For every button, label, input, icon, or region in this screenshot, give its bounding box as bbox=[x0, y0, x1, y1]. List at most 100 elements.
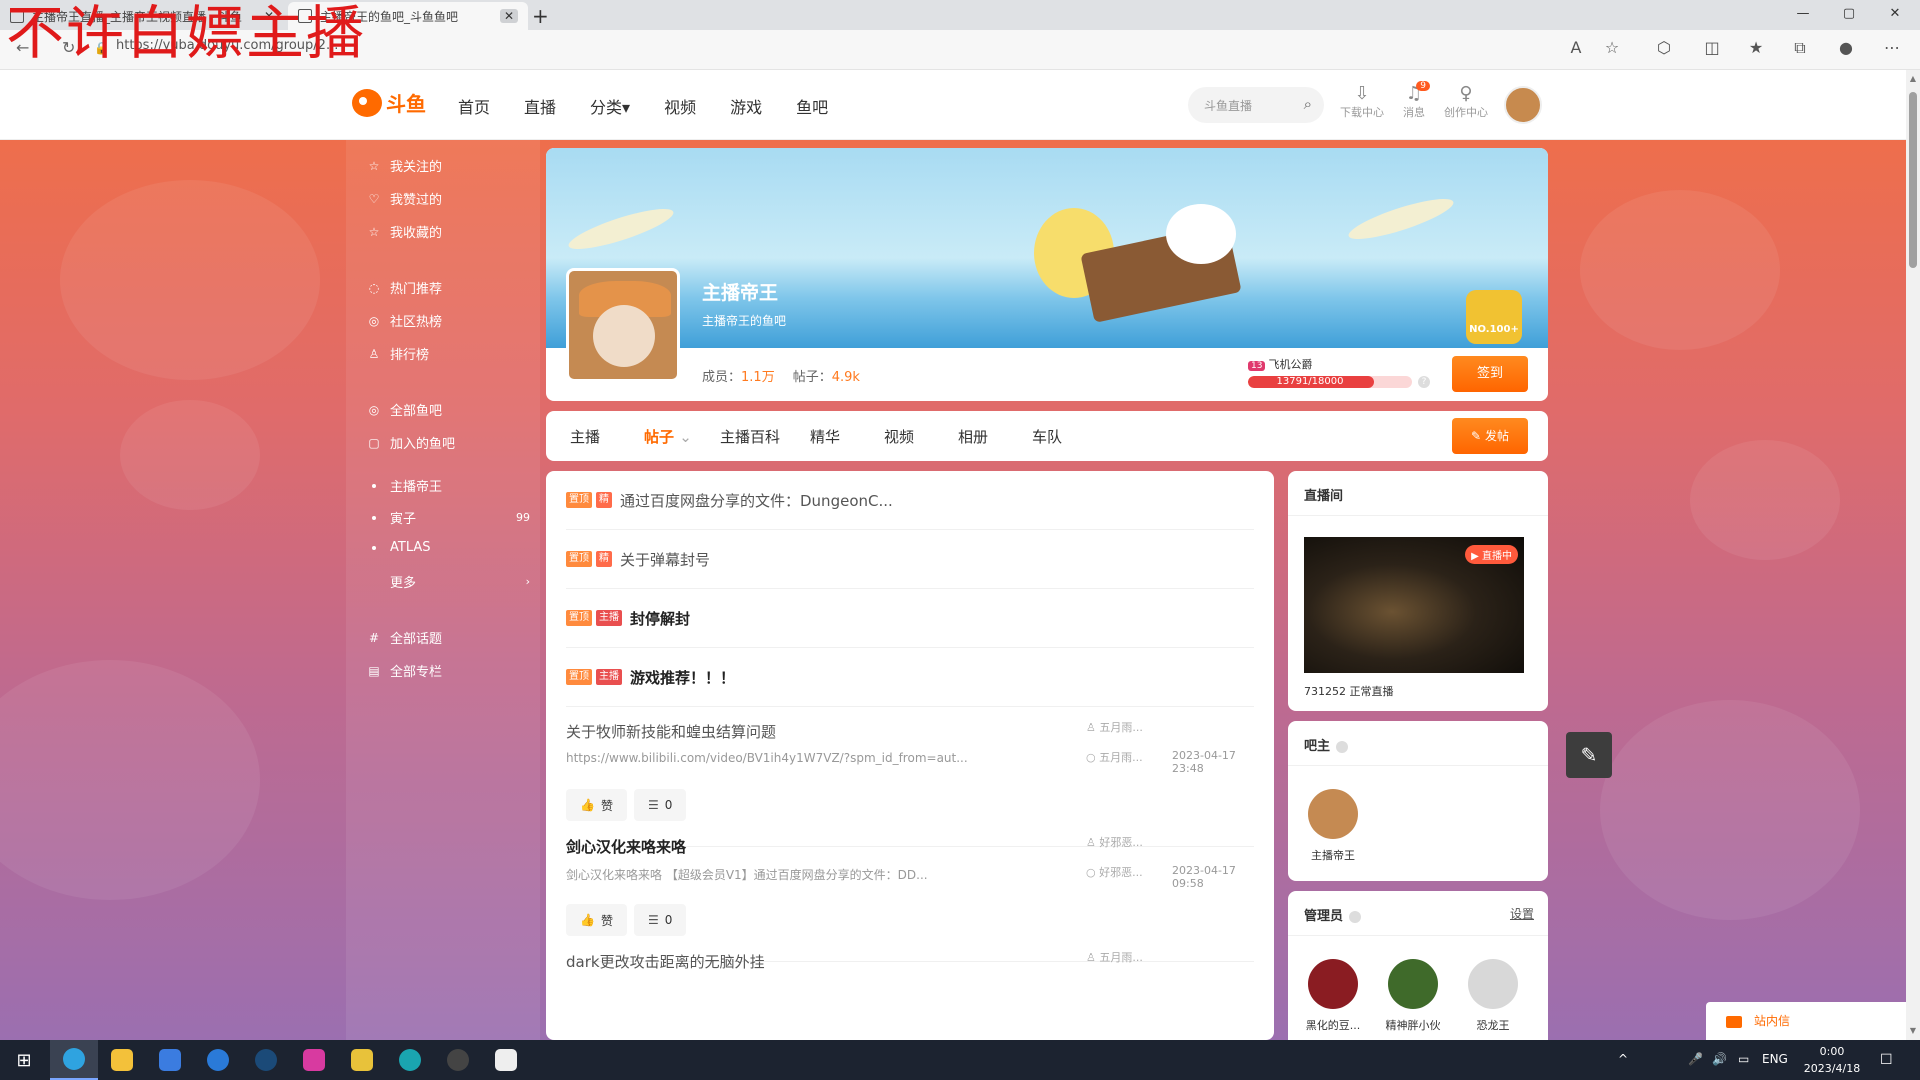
like-button[interactable]: 👍 赞 bbox=[566, 904, 627, 936]
post-title[interactable]: 通过百度网盘分享的文件：DungeonC... bbox=[620, 490, 893, 511]
messages-button[interactable]: ♫ 9 消息 bbox=[1388, 81, 1440, 120]
tray-expand-icon[interactable]: ^ bbox=[1618, 1052, 1628, 1066]
post-author[interactable]: ♙ 五月雨... bbox=[1086, 719, 1143, 735]
tab-album[interactable]: 相册 bbox=[958, 426, 988, 447]
new-post-button[interactable]: ✎ 发帖 bbox=[1452, 418, 1528, 454]
scroll-down-icon[interactable]: ▼ bbox=[1906, 1026, 1920, 1035]
search-input[interactable]: 斗鱼直播 ⌕ bbox=[1188, 87, 1324, 123]
sidebar-item-joined-group[interactable]: 寅子 99 bbox=[366, 508, 530, 527]
tab-wiki[interactable]: 主播百科 bbox=[720, 426, 780, 447]
floating-edit-button[interactable]: ✎ bbox=[1566, 732, 1612, 778]
tab-streamer[interactable]: 主播 bbox=[570, 426, 600, 447]
user-avatar[interactable] bbox=[1504, 86, 1542, 124]
start-button[interactable]: ⊞ bbox=[0, 1040, 48, 1080]
help-icon[interactable] bbox=[1349, 910, 1362, 923]
sidebar-item-liked[interactable]: ♡ 我赞过的 bbox=[366, 189, 530, 209]
sidebar-item-all-topics[interactable]: # 全部话题 bbox=[366, 628, 530, 648]
post-title[interactable]: dark更改攻击距离的无脑外挂 bbox=[566, 951, 765, 972]
admin-name[interactable]: 精神胖小伙 bbox=[1377, 1017, 1449, 1033]
sidebar-item-following[interactable]: ☆ 我关注的 bbox=[366, 156, 530, 176]
post-author[interactable]: ♙ 好邪恶... bbox=[1086, 834, 1143, 850]
sidebar-item-all-columns[interactable]: ▤ 全部专栏 bbox=[366, 661, 530, 681]
taskbar-steam[interactable] bbox=[242, 1040, 290, 1080]
favorite-star-icon[interactable]: ☆ bbox=[1600, 38, 1624, 57]
page-scrollbar[interactable]: ▲ ▼ bbox=[1906, 70, 1920, 1040]
extensions-icon[interactable]: ⬡ bbox=[1652, 38, 1676, 57]
post-title[interactable]: 关于弹幕封号 bbox=[620, 549, 710, 570]
sidebar-item-more[interactable]: 更多 › bbox=[366, 572, 530, 591]
sidebar-item-ranking[interactable]: ♙ 排行榜 bbox=[366, 344, 530, 364]
last-replier[interactable]: ○ 好邪恶... bbox=[1086, 864, 1143, 880]
volume-icon[interactable]: 🔊 bbox=[1712, 1052, 1727, 1066]
post-title[interactable]: 关于牧师新技能和蝗虫结算问题 bbox=[566, 721, 776, 742]
admin-avatar[interactable] bbox=[1468, 959, 1518, 1009]
help-icon[interactable]: ? bbox=[1418, 376, 1430, 388]
like-button[interactable]: 👍 赞 bbox=[566, 789, 627, 821]
microphone-icon[interactable]: 🎤 bbox=[1688, 1052, 1703, 1066]
taskbar-app-k[interactable] bbox=[194, 1040, 242, 1080]
post-excerpt[interactable]: 剑心汉化来咯来咯 【超级会员V1】通过百度网盘分享的文件：DD... bbox=[566, 866, 986, 883]
pinned-post[interactable]: 置顶 主播 游戏推荐！！！ bbox=[566, 648, 1254, 707]
sidebar-item-all-yuba[interactable]: ◎ 全部鱼吧 bbox=[366, 400, 530, 420]
admin-avatar[interactable] bbox=[1388, 959, 1438, 1009]
help-icon[interactable] bbox=[1336, 740, 1349, 753]
comment-button[interactable]: ☰ 0 bbox=[634, 789, 687, 821]
post-title[interactable]: 游戏推荐！！！ bbox=[630, 667, 735, 688]
taskbar-explorer[interactable] bbox=[98, 1040, 146, 1080]
admin-name[interactable]: 黑化的豆... bbox=[1297, 1017, 1369, 1033]
douyu-logo[interactable]: 斗鱼 bbox=[352, 88, 426, 117]
taskbar-obs[interactable] bbox=[434, 1040, 482, 1080]
favorites-icon[interactable]: ★ bbox=[1744, 38, 1768, 57]
scroll-up-icon[interactable]: ▲ bbox=[1906, 74, 1920, 83]
last-replier[interactable]: ○ 五月雨... bbox=[1086, 749, 1143, 765]
nav-video[interactable]: 视频 bbox=[664, 94, 696, 118]
collections-icon[interactable]: ⧉ bbox=[1788, 38, 1812, 58]
taskbar-edge[interactable] bbox=[50, 1040, 98, 1080]
tab-posts[interactable]: 帖子 ⌄ bbox=[644, 426, 692, 447]
post-title[interactable]: 剑心汉化来咯来咯 bbox=[566, 836, 686, 857]
pinned-post[interactable]: 置顶精通过百度网盘分享的文件：DungeonC... bbox=[566, 471, 1254, 530]
live-room-caption[interactable]: 731252 正常直播 bbox=[1304, 683, 1394, 699]
taskbar-app-ring[interactable] bbox=[386, 1040, 434, 1080]
owner-name[interactable]: 主播帝王 bbox=[1297, 847, 1369, 863]
nav-yuba[interactable]: 鱼吧 bbox=[796, 94, 828, 118]
post-author[interactable]: ♙ 五月雨... bbox=[1086, 949, 1143, 965]
sidebar-item-joined-group[interactable]: 主播帝王 bbox=[366, 476, 530, 495]
notifications-icon[interactable]: ☐ bbox=[1880, 1052, 1893, 1068]
restore-button[interactable]: ▢ bbox=[1826, 6, 1872, 21]
nav-category[interactable]: 分类▾ bbox=[590, 94, 630, 118]
taskbar-store[interactable] bbox=[146, 1040, 194, 1080]
new-tab-button[interactable]: + bbox=[532, 4, 549, 28]
close-window-button[interactable]: ✕ bbox=[1872, 6, 1918, 21]
post-excerpt[interactable]: https://www.bilibili.com/video/BV1ih4y1W… bbox=[566, 751, 986, 765]
tab-video[interactable]: 视频 bbox=[884, 426, 914, 447]
sidebar-item-joined-group[interactable]: ATLAS bbox=[366, 540, 530, 555]
taskbar-app-bird[interactable] bbox=[482, 1040, 530, 1080]
sidebar-item-hot[interactable]: ◌ 热门推荐 bbox=[366, 278, 530, 298]
post-title[interactable]: 封停解封 bbox=[630, 608, 690, 629]
network-icon[interactable]: ▭ bbox=[1738, 1052, 1749, 1066]
nav-live[interactable]: 直播 bbox=[524, 94, 556, 118]
tab-team[interactable]: 车队 bbox=[1032, 426, 1062, 447]
scroll-thumb[interactable] bbox=[1909, 92, 1917, 268]
split-screen-icon[interactable]: ◫ bbox=[1700, 38, 1724, 57]
read-aloud-icon[interactable]: A bbox=[1564, 38, 1588, 57]
admin-settings-link[interactable]: 设置 bbox=[1510, 905, 1534, 922]
inbox-button[interactable]: 站内信 bbox=[1706, 1002, 1906, 1040]
taskbar-app-pink[interactable] bbox=[290, 1040, 338, 1080]
download-center-button[interactable]: ⇩ 下载中心 bbox=[1336, 84, 1388, 120]
sidebar-item-trending[interactable]: ◎ 社区热榜 bbox=[366, 311, 530, 331]
tab-featured[interactable]: 精华 bbox=[810, 426, 840, 447]
taskbar-app-owl[interactable] bbox=[338, 1040, 386, 1080]
admin-avatar[interactable] bbox=[1308, 959, 1358, 1009]
nav-home[interactable]: 首页 bbox=[458, 94, 490, 118]
comment-button[interactable]: ☰ 0 bbox=[634, 904, 687, 936]
profile-icon[interactable]: ● bbox=[1834, 38, 1858, 57]
sidebar-item-favorites[interactable]: ☆ 我收藏的 bbox=[366, 222, 530, 242]
nav-games[interactable]: 游戏 bbox=[730, 94, 762, 118]
minimize-button[interactable]: — bbox=[1780, 6, 1826, 21]
input-language[interactable]: ENG bbox=[1762, 1052, 1788, 1066]
system-clock[interactable]: 0:00 2023/4/18 bbox=[1796, 1043, 1868, 1077]
live-thumbnail[interactable]: ▶ 直播中 bbox=[1304, 537, 1524, 673]
search-icon[interactable]: ⌕ bbox=[1304, 95, 1312, 113]
